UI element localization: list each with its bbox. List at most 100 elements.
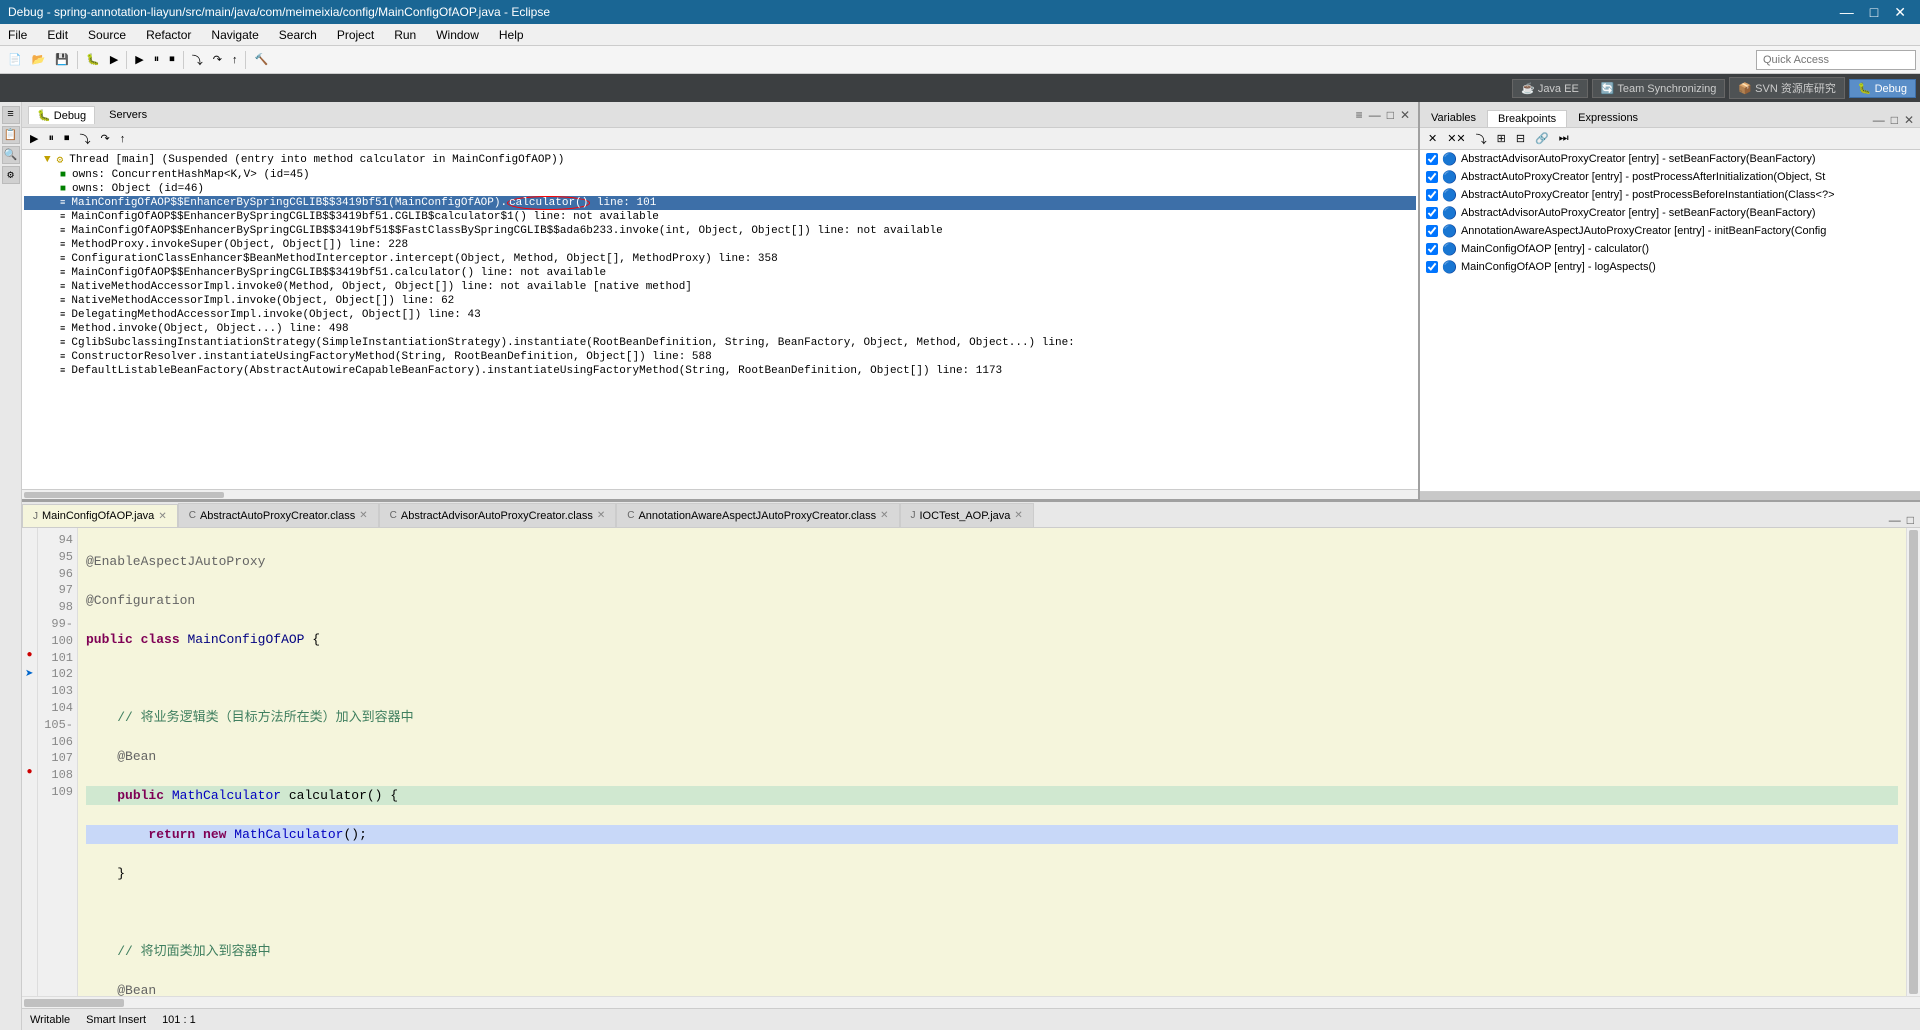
editor-scrollbar-h[interactable] [22, 996, 1920, 1008]
step-into-button[interactable]: ⤵ [188, 49, 207, 71]
tab-abstract-advisor[interactable]: C AbstractAdvisorAutoProxyCreator.class … [379, 503, 617, 527]
sidebar-icon-1[interactable]: ≡ [2, 106, 20, 124]
menu-edit[interactable]: Edit [43, 27, 72, 43]
bp-check-2[interactable] [1426, 189, 1438, 201]
debug-thread[interactable]: ▼ ⚙ Thread [main] (Suspended (entry into… [24, 152, 1416, 168]
menu-navigate[interactable]: Navigate [207, 27, 262, 43]
stack-frame-7[interactable]: ≡ NativeMethodAccessorImpl.invoke(Object… [24, 294, 1416, 308]
stack-frame-1[interactable]: ≡ MainConfigOfAOP$$EnhancerBySpringCGLIB… [24, 210, 1416, 224]
stack-frame-2[interactable]: ≡ MainConfigOfAOP$$EnhancerBySpringCGLIB… [24, 224, 1416, 238]
expressions-tab[interactable]: Expressions [1567, 109, 1649, 127]
debug-close[interactable]: ✕ [1398, 108, 1412, 122]
perspective-javaee[interactable]: ☕ Java EE [1512, 79, 1588, 98]
stack-owns2[interactable]: ■ owns: Object (id=46) [24, 182, 1416, 196]
bp-check-0[interactable] [1426, 153, 1438, 165]
tab-close-annotation-aware[interactable]: ✕ [880, 510, 888, 521]
sidebar-icon-3[interactable]: 🔍 [2, 146, 20, 164]
menu-file[interactable]: File [4, 27, 31, 43]
bp-expand-all[interactable]: ⊞ [1493, 128, 1510, 150]
tab-close-abstract-advisor[interactable]: ✕ [597, 510, 605, 521]
close-button[interactable]: ✕ [1888, 4, 1912, 21]
bp-remove-all[interactable]: ✕✕ [1443, 128, 1469, 150]
bp-show-in-source[interactable]: ⤵ [1472, 128, 1491, 150]
maximize-button[interactable]: □ [1864, 4, 1884, 21]
editor-maximize[interactable]: □ [1905, 513, 1916, 527]
tab-main-config[interactable]: J MainConfigOfAOP.java ✕ [22, 504, 178, 528]
sidebar-icon-2[interactable]: 📋 [2, 126, 20, 144]
bp-item-3[interactable]: 🔵 AbstractAdvisorAutoProxyCreator [entry… [1420, 204, 1920, 222]
servers-tab[interactable]: Servers [101, 107, 155, 123]
new-button[interactable]: 📄 [4, 49, 26, 71]
bp-minimize[interactable]: — [1871, 113, 1887, 127]
perspective-svn[interactable]: 📦 SVN 资源库研究 [1729, 77, 1844, 99]
run-button[interactable]: ▶ [106, 49, 122, 71]
menu-refactor[interactable]: Refactor [142, 27, 195, 43]
debug-minimize[interactable]: — [1367, 108, 1383, 122]
save-button[interactable]: 💾 [51, 49, 73, 71]
variables-tab[interactable]: Variables [1420, 109, 1487, 127]
resume-button[interactable]: ▶ [131, 49, 147, 71]
tab-annotation-aware[interactable]: C AnnotationAwareAspectJAutoProxyCreator… [616, 503, 899, 527]
debug-scrollbar-h[interactable] [22, 489, 1418, 499]
quick-access-input[interactable]: Quick Access [1756, 50, 1916, 70]
stack-frame-3[interactable]: ≡ MethodProxy.invokeSuper(Object, Object… [24, 238, 1416, 252]
debug-maximize[interactable]: □ [1385, 108, 1396, 122]
step-over-button[interactable]: ↷ [209, 49, 226, 71]
bp-check-1[interactable] [1426, 171, 1438, 183]
perspective-debug[interactable]: 🐛 Debug [1849, 79, 1916, 98]
stack-frame-5[interactable]: ≡ MainConfigOfAOP$$EnhancerBySpringCGLIB… [24, 266, 1416, 280]
bp-check-6[interactable] [1426, 261, 1438, 273]
perspective-team-sync[interactable]: 🔄 Team Synchronizing [1592, 79, 1726, 98]
debug-suspend[interactable]: ⏸ [44, 128, 58, 150]
menu-run[interactable]: Run [390, 27, 420, 43]
bp-item-2[interactable]: 🔵 AbstractAutoProxyCreator [entry] - pos… [1420, 186, 1920, 204]
debug-step-into[interactable]: ⤵ [75, 128, 94, 150]
stack-frame-9[interactable]: ≡ Method.invoke(Object, Object...) line:… [24, 322, 1416, 336]
bp-maximize[interactable]: □ [1889, 113, 1900, 127]
stack-frame-10[interactable]: ≡ CglibSubclassingInstantiationStrategy(… [24, 336, 1416, 350]
tab-ioc-test[interactable]: J IOCTest_AOP.java ✕ [900, 503, 1034, 527]
debug-tab[interactable]: 🐛 Debug [28, 106, 95, 124]
bp-check-5[interactable] [1426, 243, 1438, 255]
window-controls[interactable]: — □ ✕ [1834, 4, 1912, 21]
menu-project[interactable]: Project [333, 27, 378, 43]
menu-source[interactable]: Source [84, 27, 130, 43]
debug-terminate[interactable]: ⏹ [60, 128, 74, 150]
menu-window[interactable]: Window [432, 27, 483, 43]
menu-search[interactable]: Search [275, 27, 321, 43]
tab-abstract-auto[interactable]: C AbstractAutoProxyCreator.class ✕ [178, 503, 379, 527]
bp-skip-all[interactable]: ⏭ [1555, 128, 1573, 150]
bp-check-3[interactable] [1426, 207, 1438, 219]
tab-close-ioc-test[interactable]: ✕ [1014, 510, 1022, 521]
code-content[interactable]: @EnableAspectJAutoProxy @Configuration p… [78, 528, 1906, 996]
step-return-button[interactable]: ↑ [228, 49, 242, 71]
bp-item-0[interactable]: 🔵 AbstractAdvisorAutoProxyCreator [entry… [1420, 150, 1920, 168]
build-button[interactable]: 🔨 [250, 49, 272, 71]
bp-close[interactable]: ✕ [1902, 113, 1916, 127]
bp-scrollbar[interactable] [1420, 492, 1920, 500]
stack-frame-4[interactable]: ≡ ConfigurationClassEnhancer$BeanMethodI… [24, 252, 1416, 266]
debug-button[interactable]: 🐛 [82, 49, 104, 71]
stack-frame-12[interactable]: ≡ DefaultListableBeanFactory(AbstractAut… [24, 364, 1416, 378]
stack-frame-main[interactable]: ≡ MainConfigOfAOP$$EnhancerBySpringCGLIB… [24, 196, 1416, 210]
debug-ctrl-1[interactable]: ≡ [1354, 108, 1365, 122]
terminate-button[interactable]: ⏹ [165, 49, 179, 71]
stack-frame-6[interactable]: ≡ NativeMethodAccessorImpl.invoke0(Metho… [24, 280, 1416, 294]
suspend-button[interactable]: ⏸ [150, 49, 164, 71]
debug-step-return[interactable]: ↑ [116, 128, 130, 150]
bp-check-4[interactable] [1426, 225, 1438, 237]
sidebar-icon-4[interactable]: ⚙ [2, 166, 20, 184]
bp-item-4[interactable]: 🔵 AnnotationAwareAspectJAutoProxyCreator… [1420, 222, 1920, 240]
debug-step-over[interactable]: ↷ [96, 128, 113, 150]
editor-scrollbar-v[interactable] [1906, 528, 1920, 996]
minimize-button[interactable]: — [1834, 4, 1860, 21]
debug-tree[interactable]: ▼ ⚙ Thread [main] (Suspended (entry into… [22, 150, 1418, 489]
menu-help[interactable]: Help [495, 27, 528, 43]
tab-close-abstract-auto[interactable]: ✕ [359, 510, 367, 521]
stack-frame-8[interactable]: ≡ DelegatingMethodAccessorImpl.invoke(Ob… [24, 308, 1416, 322]
bp-item-1[interactable]: 🔵 AbstractAutoProxyCreator [entry] - pos… [1420, 168, 1920, 186]
stack-frame-11[interactable]: ≡ ConstructorResolver.instantiateUsingFa… [24, 350, 1416, 364]
bp-link-with-debug[interactable]: 🔗 [1531, 128, 1553, 150]
editor-minimize[interactable]: — [1887, 513, 1903, 527]
open-button[interactable]: 📂 [28, 49, 50, 71]
